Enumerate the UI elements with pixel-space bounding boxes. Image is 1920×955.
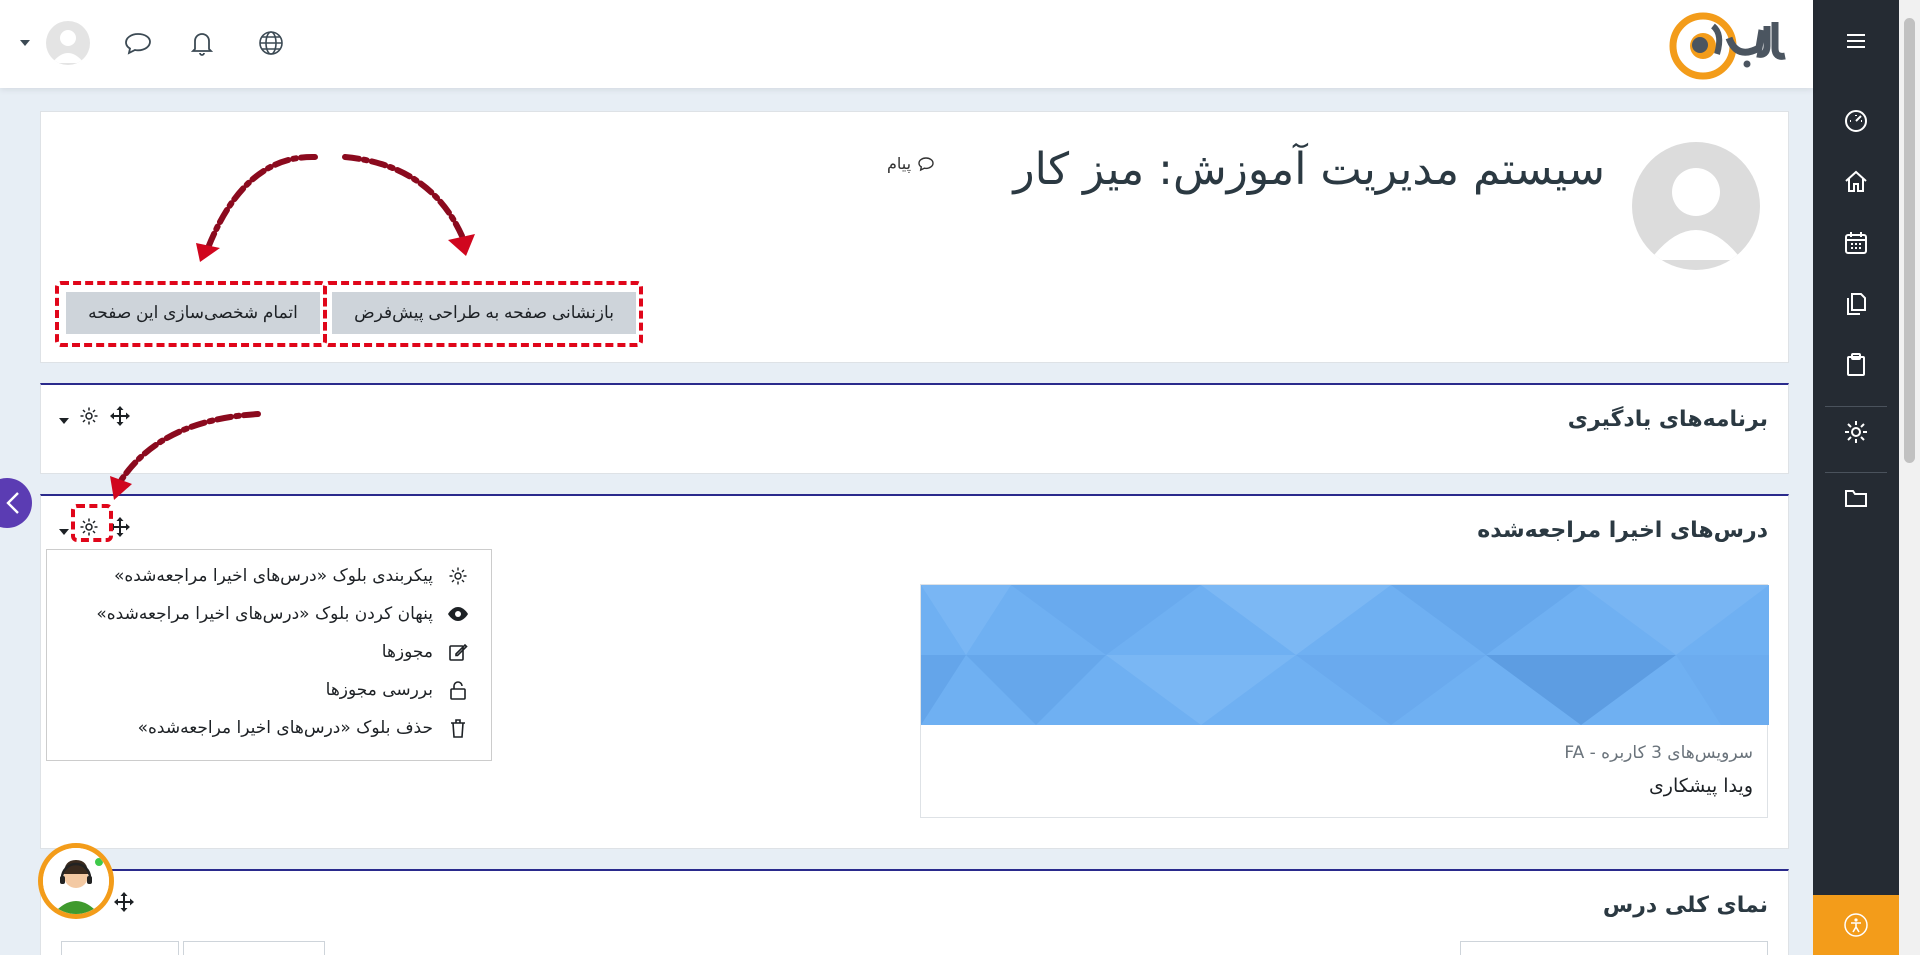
overview-sort-dropdown[interactable] bbox=[183, 941, 325, 955]
highlight-reset-button bbox=[323, 281, 643, 347]
eye-icon bbox=[447, 606, 469, 622]
menu-item-label: بررسی مجوزها bbox=[325, 680, 433, 700]
chat-bubble-icon bbox=[918, 156, 934, 171]
dashboard-icon[interactable] bbox=[1813, 101, 1899, 141]
hamburger-icon[interactable] bbox=[1813, 26, 1899, 56]
trash-icon bbox=[447, 718, 469, 738]
gear-icon bbox=[447, 566, 469, 586]
chevron-left-icon bbox=[6, 492, 19, 514]
home-icon[interactable] bbox=[1813, 162, 1899, 202]
clipboard-icon[interactable] bbox=[1813, 345, 1899, 385]
menu-item-label: مجوزها bbox=[381, 642, 433, 662]
site-logo[interactable] bbox=[1667, 8, 1791, 80]
block-title-learning-plans: برنامه‌های یادگیری bbox=[1567, 407, 1768, 432]
block-title-recent-courses: درس‌های اخیرا مراجعه‌شده bbox=[1477, 518, 1768, 543]
menu-item-configure[interactable]: پیکربندی بلوک «درس‌های اخیرا مراجعه‌شده» bbox=[114, 561, 469, 591]
menu-item-label: پنهان کردن بلوک «درس‌های اخیرا مراجعه‌شد… bbox=[96, 604, 433, 624]
course-category: سرویس‌های 3 کاربره - FA bbox=[1564, 743, 1753, 763]
menu-item-label: پیکربندی بلوک «درس‌های اخیرا مراجعه‌شده» bbox=[113, 566, 433, 586]
drawer-toggle-button[interactable] bbox=[0, 478, 32, 528]
move-icon[interactable] bbox=[113, 891, 135, 917]
menu-item-permissions[interactable]: مجوزها bbox=[382, 637, 469, 667]
block-menu-caret-icon[interactable] bbox=[59, 409, 69, 428]
user-menu-caret-icon[interactable] bbox=[18, 40, 32, 46]
block-actions-menu: پیکربندی بلوک «درس‌های اخیرا مراجعه‌شده»… bbox=[46, 549, 492, 761]
highlight-gear-icon bbox=[71, 504, 113, 542]
course-card[interactable]: سرویس‌های 3 کاربره - FA ویدا پیشکاری bbox=[920, 584, 1769, 818]
support-agent-icon bbox=[43, 848, 109, 914]
block-course-overview: نمای کلی درس bbox=[40, 869, 1789, 955]
move-icon[interactable] bbox=[109, 405, 131, 431]
accessibility-icon bbox=[1844, 913, 1868, 937]
block-gear-icon[interactable] bbox=[79, 406, 99, 430]
folder-icon[interactable] bbox=[1813, 478, 1899, 518]
menu-item-hide[interactable]: پنهان کردن بلوک «درس‌های اخیرا مراجعه‌شد… bbox=[96, 599, 469, 629]
highlight-finish-button bbox=[55, 281, 327, 347]
top-navbar bbox=[0, 0, 1813, 88]
page-title: سیستم مدیریت آموزش: میز کار bbox=[1013, 144, 1605, 195]
chat-icon[interactable] bbox=[124, 31, 152, 55]
course-name[interactable]: ویدا پیشکاری bbox=[1649, 775, 1753, 797]
unlock-icon bbox=[447, 680, 469, 700]
files-icon[interactable] bbox=[1813, 284, 1899, 324]
overview-search-input[interactable] bbox=[1460, 941, 1768, 955]
user-avatar-large[interactable] bbox=[1632, 142, 1760, 270]
support-chat-button[interactable] bbox=[38, 843, 114, 919]
course-image[interactable] bbox=[921, 585, 1769, 725]
menu-item-label: حذف بلوک «درس‌های اخیرا مراجعه‌شده» bbox=[137, 718, 433, 738]
block-title-course-overview: نمای کلی درس bbox=[1602, 893, 1768, 918]
settings-icon[interactable] bbox=[1813, 412, 1899, 452]
message-link-label: پیام bbox=[887, 154, 912, 173]
block-learning-plans: برنامه‌های یادگیری bbox=[40, 383, 1789, 474]
avatar[interactable] bbox=[46, 21, 90, 65]
block-menu-caret-icon[interactable] bbox=[59, 520, 69, 539]
overview-filter-dropdown[interactable] bbox=[61, 941, 179, 955]
bell-icon[interactable] bbox=[190, 30, 214, 56]
message-link[interactable]: پیام bbox=[887, 154, 935, 173]
edit-icon bbox=[447, 642, 469, 662]
page-scrollbar[interactable] bbox=[1899, 0, 1920, 955]
globe-icon[interactable] bbox=[258, 30, 284, 56]
scrollbar-thumb[interactable] bbox=[1904, 18, 1915, 463]
calendar-icon[interactable] bbox=[1813, 223, 1899, 263]
accessibility-button[interactable] bbox=[1813, 895, 1899, 955]
online-status-dot bbox=[93, 856, 105, 868]
nav-rail bbox=[1813, 0, 1899, 955]
menu-item-delete[interactable]: حذف بلوک «درس‌های اخیرا مراجعه‌شده» bbox=[138, 713, 469, 743]
menu-item-check-permissions[interactable]: بررسی مجوزها bbox=[326, 675, 469, 705]
